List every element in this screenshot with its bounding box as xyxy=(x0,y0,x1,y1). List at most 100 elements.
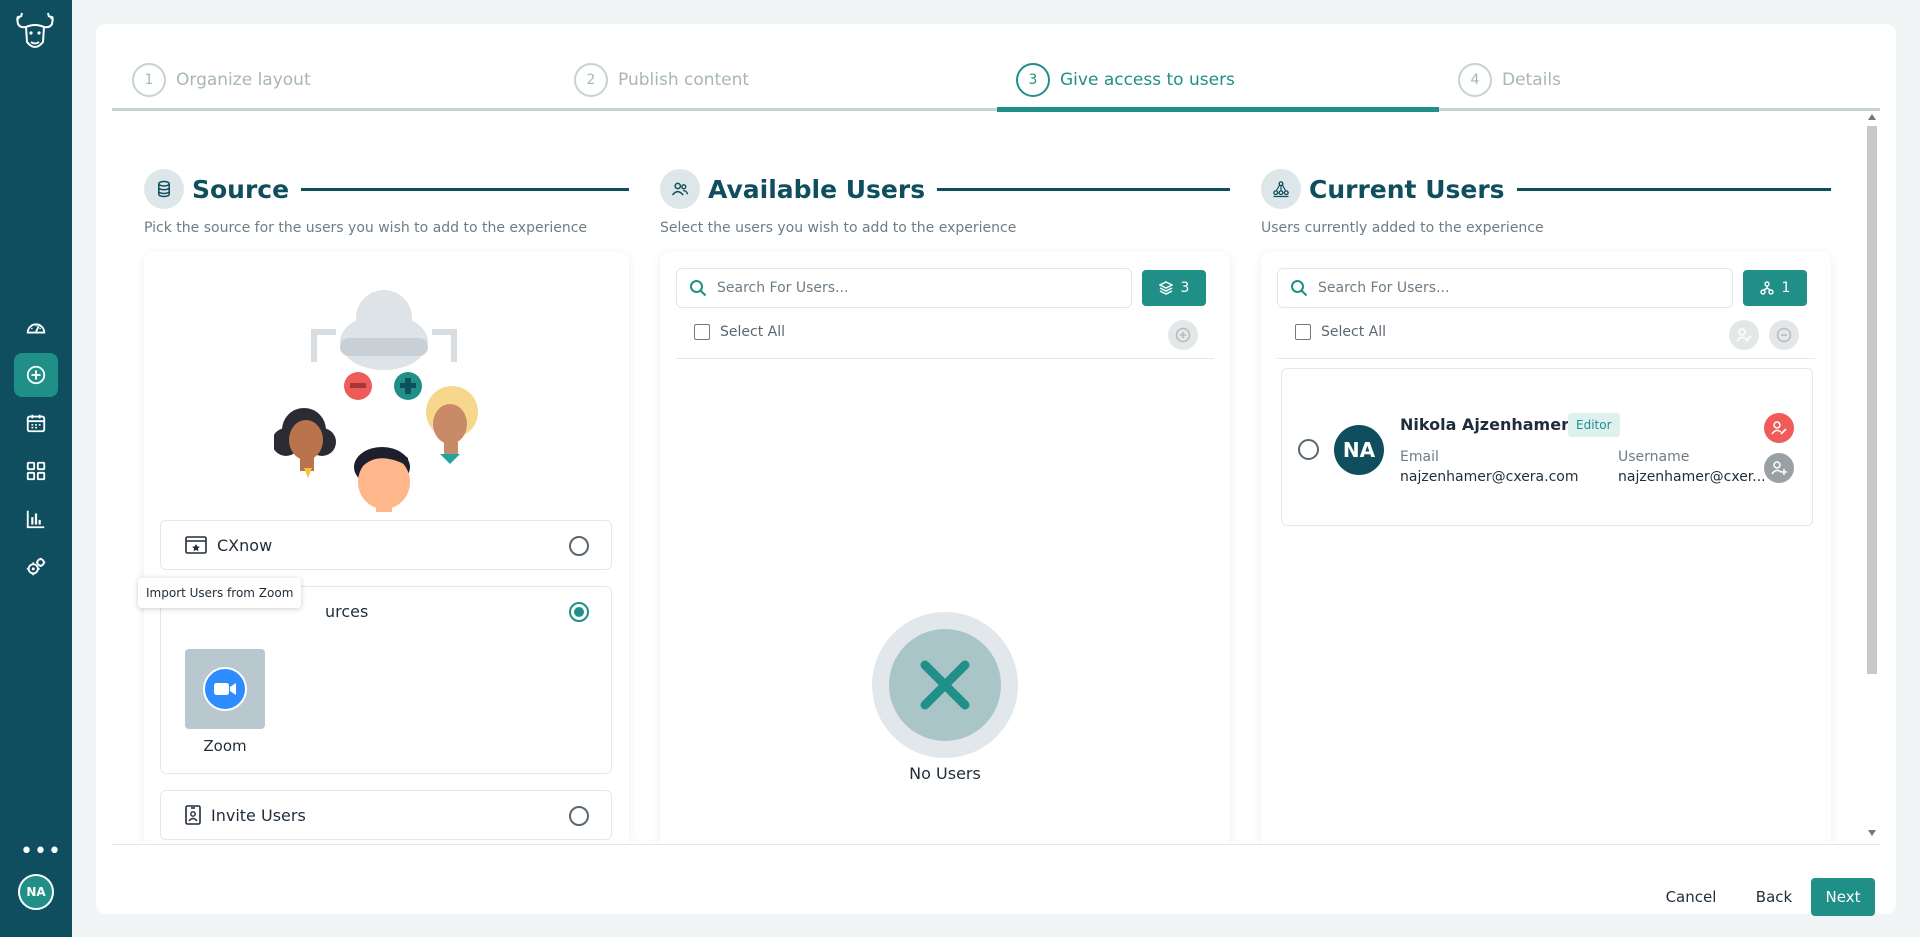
users-network-icon xyxy=(1261,169,1301,209)
users-group-icon xyxy=(660,169,700,209)
invite-users-label: Invite Users xyxy=(211,805,306,825)
step-label: Publish content xyxy=(618,70,750,90)
cxnow-radio[interactable] xyxy=(569,536,589,556)
cxnow-label: CXnow xyxy=(217,535,273,555)
available-count-button[interactable]: 3 xyxy=(1142,270,1206,306)
user-edit-icon xyxy=(1771,421,1787,435)
search-icon xyxy=(1291,280,1308,297)
users-cloud-illustration xyxy=(274,290,478,512)
email-value: najzenhamer@cxera.com xyxy=(1400,469,1579,485)
id-badge-icon xyxy=(185,805,201,825)
remove-selected-button[interactable] xyxy=(1769,320,1799,350)
current-users-column: Current Users Users currently added to t… xyxy=(1261,168,1831,236)
sidebar: ••• NA xyxy=(0,0,72,937)
available-users-column: Available Users Select the users you wis… xyxy=(660,168,1230,236)
nav-create-experience[interactable] xyxy=(14,353,58,397)
scroll-up-arrow-icon[interactable] xyxy=(1868,114,1876,120)
nav-analytics[interactable] xyxy=(14,497,58,541)
available-users-title: Available Users xyxy=(708,174,926,204)
back-button[interactable]: Back xyxy=(1744,878,1804,916)
no-users-illustration xyxy=(872,612,1018,758)
external-sources-radio[interactable] xyxy=(569,602,589,622)
more-menu-icon[interactable]: ••• xyxy=(20,841,62,863)
current-search-box[interactable] xyxy=(1277,268,1733,308)
available-count: 3 xyxy=(1180,280,1190,296)
invite-users-radio[interactable] xyxy=(569,806,589,826)
stepper-track xyxy=(112,108,1880,111)
source-column: Source Pick the source for the users you… xyxy=(144,168,629,236)
available-search-input[interactable] xyxy=(717,280,1037,296)
available-users-panel: 3 Select All No Users xyxy=(660,252,1230,842)
zoom-label: Zoom xyxy=(203,737,247,755)
step-publish-content[interactable]: 2 Publish content xyxy=(574,54,749,106)
step-number: 3 xyxy=(1016,63,1050,97)
step-give-access[interactable]: 3 Give access to users xyxy=(1016,54,1235,106)
add-circle-icon xyxy=(1175,327,1191,343)
step-organize-layout[interactable]: 1 Organize layout xyxy=(132,54,311,106)
footer-divider xyxy=(112,844,1880,845)
username-label: Username xyxy=(1618,449,1690,465)
nav-settings[interactable] xyxy=(14,545,58,589)
title-rule xyxy=(937,187,1230,191)
title-rule xyxy=(1516,187,1831,191)
zoom-integration-tile[interactable] xyxy=(185,649,265,729)
layers-icon xyxy=(1158,281,1173,295)
zoom-tooltip: Import Users from Zoom xyxy=(138,578,302,608)
nav-calendar[interactable] xyxy=(14,401,58,445)
user-name: Nikola Ajzenhamer xyxy=(1400,415,1569,434)
current-count: 1 xyxy=(1781,280,1791,296)
database-icon xyxy=(144,169,184,209)
nav-apps[interactable] xyxy=(14,449,58,493)
available-search-box[interactable] xyxy=(676,268,1132,308)
content-scrollbar[interactable] xyxy=(1864,112,1880,842)
source-option-external[interactable]: urces Zoom xyxy=(160,586,612,774)
available-select-all[interactable]: Select All xyxy=(694,324,785,340)
available-users-description: Select the users you wish to add to the … xyxy=(660,220,1017,236)
step-number: 1 xyxy=(132,63,166,97)
scroll-down-arrow-icon[interactable] xyxy=(1868,830,1876,836)
source-option-cxnow[interactable]: CXnow xyxy=(160,520,612,570)
cancel-button[interactable]: Cancel xyxy=(1656,878,1726,916)
bar-chart-icon xyxy=(26,510,45,529)
content-area: Source Pick the source for the users you… xyxy=(112,112,1880,842)
edit-role-selected-button[interactable] xyxy=(1729,320,1759,350)
change-permission-button[interactable] xyxy=(1764,453,1794,483)
add-selected-button[interactable] xyxy=(1168,320,1198,350)
wizard-card: 1 Organize layout 2 Publish content 3 Gi… xyxy=(96,24,1896,916)
step-label: Organize layout xyxy=(176,70,311,90)
search-icon xyxy=(690,280,707,297)
source-option-invite[interactable]: Invite Users xyxy=(160,790,612,840)
cxnow-window-icon xyxy=(185,536,207,554)
title-rule xyxy=(301,187,629,191)
edit-user-role-button[interactable] xyxy=(1764,413,1794,443)
current-users-description: Users currently added to the experience xyxy=(1261,220,1544,236)
zoom-icon xyxy=(203,667,247,711)
current-count-button[interactable]: 1 xyxy=(1743,270,1807,306)
nav-dashboard[interactable] xyxy=(14,306,58,350)
select-all-checkbox[interactable] xyxy=(694,324,710,340)
step-details[interactable]: 4 Details xyxy=(1458,54,1561,106)
source-panel: CXnow urces Zoom Invite Users xyxy=(144,252,629,842)
scroll-thumb[interactable] xyxy=(1867,126,1877,674)
role-badge: Editor xyxy=(1568,413,1620,437)
step-number: 2 xyxy=(574,63,608,97)
next-button[interactable]: Next xyxy=(1811,878,1875,916)
user-card[interactable]: NA Nikola Ajzenhamer Editor Email najzen… xyxy=(1281,368,1813,526)
step-label: Give access to users xyxy=(1060,70,1235,90)
user-edit-icon xyxy=(1736,328,1752,342)
moose-logo-icon[interactable] xyxy=(12,12,58,54)
current-search-input[interactable] xyxy=(1318,280,1638,296)
add-circle-icon xyxy=(26,365,46,385)
hierarchy-icon xyxy=(1759,281,1774,295)
current-select-all[interactable]: Select All xyxy=(1295,324,1386,340)
current-users-panel: 1 Select All NA Nikola Ajzenhamer Editor… xyxy=(1261,252,1831,842)
email-label: Email xyxy=(1400,449,1439,465)
step-label: Details xyxy=(1502,70,1561,90)
dashboard-icon xyxy=(26,323,46,334)
user-avatar[interactable]: NA xyxy=(18,874,54,910)
user-select-radio[interactable] xyxy=(1298,439,1319,460)
select-all-checkbox[interactable] xyxy=(1295,324,1311,340)
source-title: Source xyxy=(192,174,290,204)
close-x-icon xyxy=(920,660,970,710)
current-users-title: Current Users xyxy=(1309,174,1505,204)
